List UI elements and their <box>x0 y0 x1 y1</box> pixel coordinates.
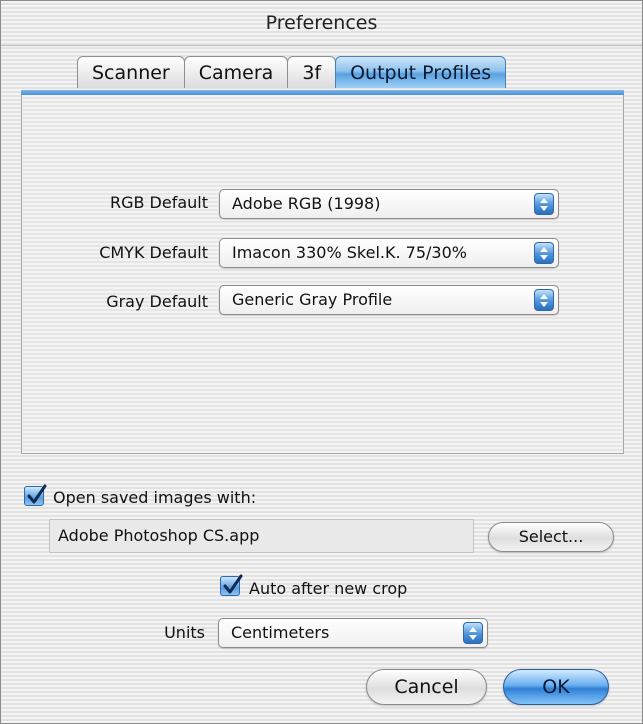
application-path-value: Adobe Photoshop CS.app <box>58 526 260 545</box>
gray-default-value: Generic Gray Profile <box>232 290 393 309</box>
select-button[interactable]: Select... <box>488 522 614 552</box>
units-popup[interactable]: Centimeters <box>218 618 488 648</box>
cmyk-default-popup[interactable]: Imacon 330% Skel.K. 75/30% <box>219 238 559 268</box>
preferences-window: Preferences Scanner Camera 3f Output Pro… <box>0 0 643 724</box>
gray-default-popup[interactable]: Generic Gray Profile <box>219 285 559 315</box>
checkmark-icon <box>223 574 243 594</box>
application-path-field: Adobe Photoshop CS.app <box>49 519 474 553</box>
tab-camera[interactable]: Camera <box>183 56 289 88</box>
units-value: Centimeters <box>231 623 330 642</box>
window-title: Preferences <box>1 1 642 46</box>
popup-arrows-icon <box>463 622 483 644</box>
tab-3f[interactable]: 3f <box>287 56 337 88</box>
rgb-default-popup[interactable]: Adobe RGB (1998) <box>219 189 559 219</box>
auto-crop-label: Auto after new crop <box>249 579 408 598</box>
rgb-default-value: Adobe RGB (1998) <box>232 194 381 213</box>
cmyk-default-label: CMYK Default <box>99 243 208 262</box>
rgb-default-label: RGB Default <box>109 193 208 212</box>
open-saved-checkbox[interactable] <box>24 484 47 506</box>
cmyk-default-value: Imacon 330% Skel.K. 75/30% <box>232 243 467 262</box>
tab-output-profiles[interactable]: Output Profiles <box>335 56 507 88</box>
open-saved-label: Open saved images with: <box>53 488 257 507</box>
units-label: Units <box>164 623 205 642</box>
ok-button[interactable]: OK <box>503 669 609 705</box>
checkmark-icon <box>27 484 47 504</box>
output-profiles-panel: RGB Default Adobe RGB (1998) CMYK Defaul… <box>21 95 624 454</box>
cancel-button[interactable]: Cancel <box>366 669 487 705</box>
gray-default-label: Gray Default <box>106 292 208 311</box>
auto-crop-checkbox[interactable] <box>220 574 243 596</box>
tab-scanner[interactable]: Scanner <box>77 56 185 88</box>
popup-arrows-icon <box>534 242 554 264</box>
popup-arrows-icon <box>534 289 554 311</box>
tab-bar: Scanner Camera 3f Output Profiles <box>77 56 507 90</box>
popup-arrows-icon <box>534 193 554 215</box>
